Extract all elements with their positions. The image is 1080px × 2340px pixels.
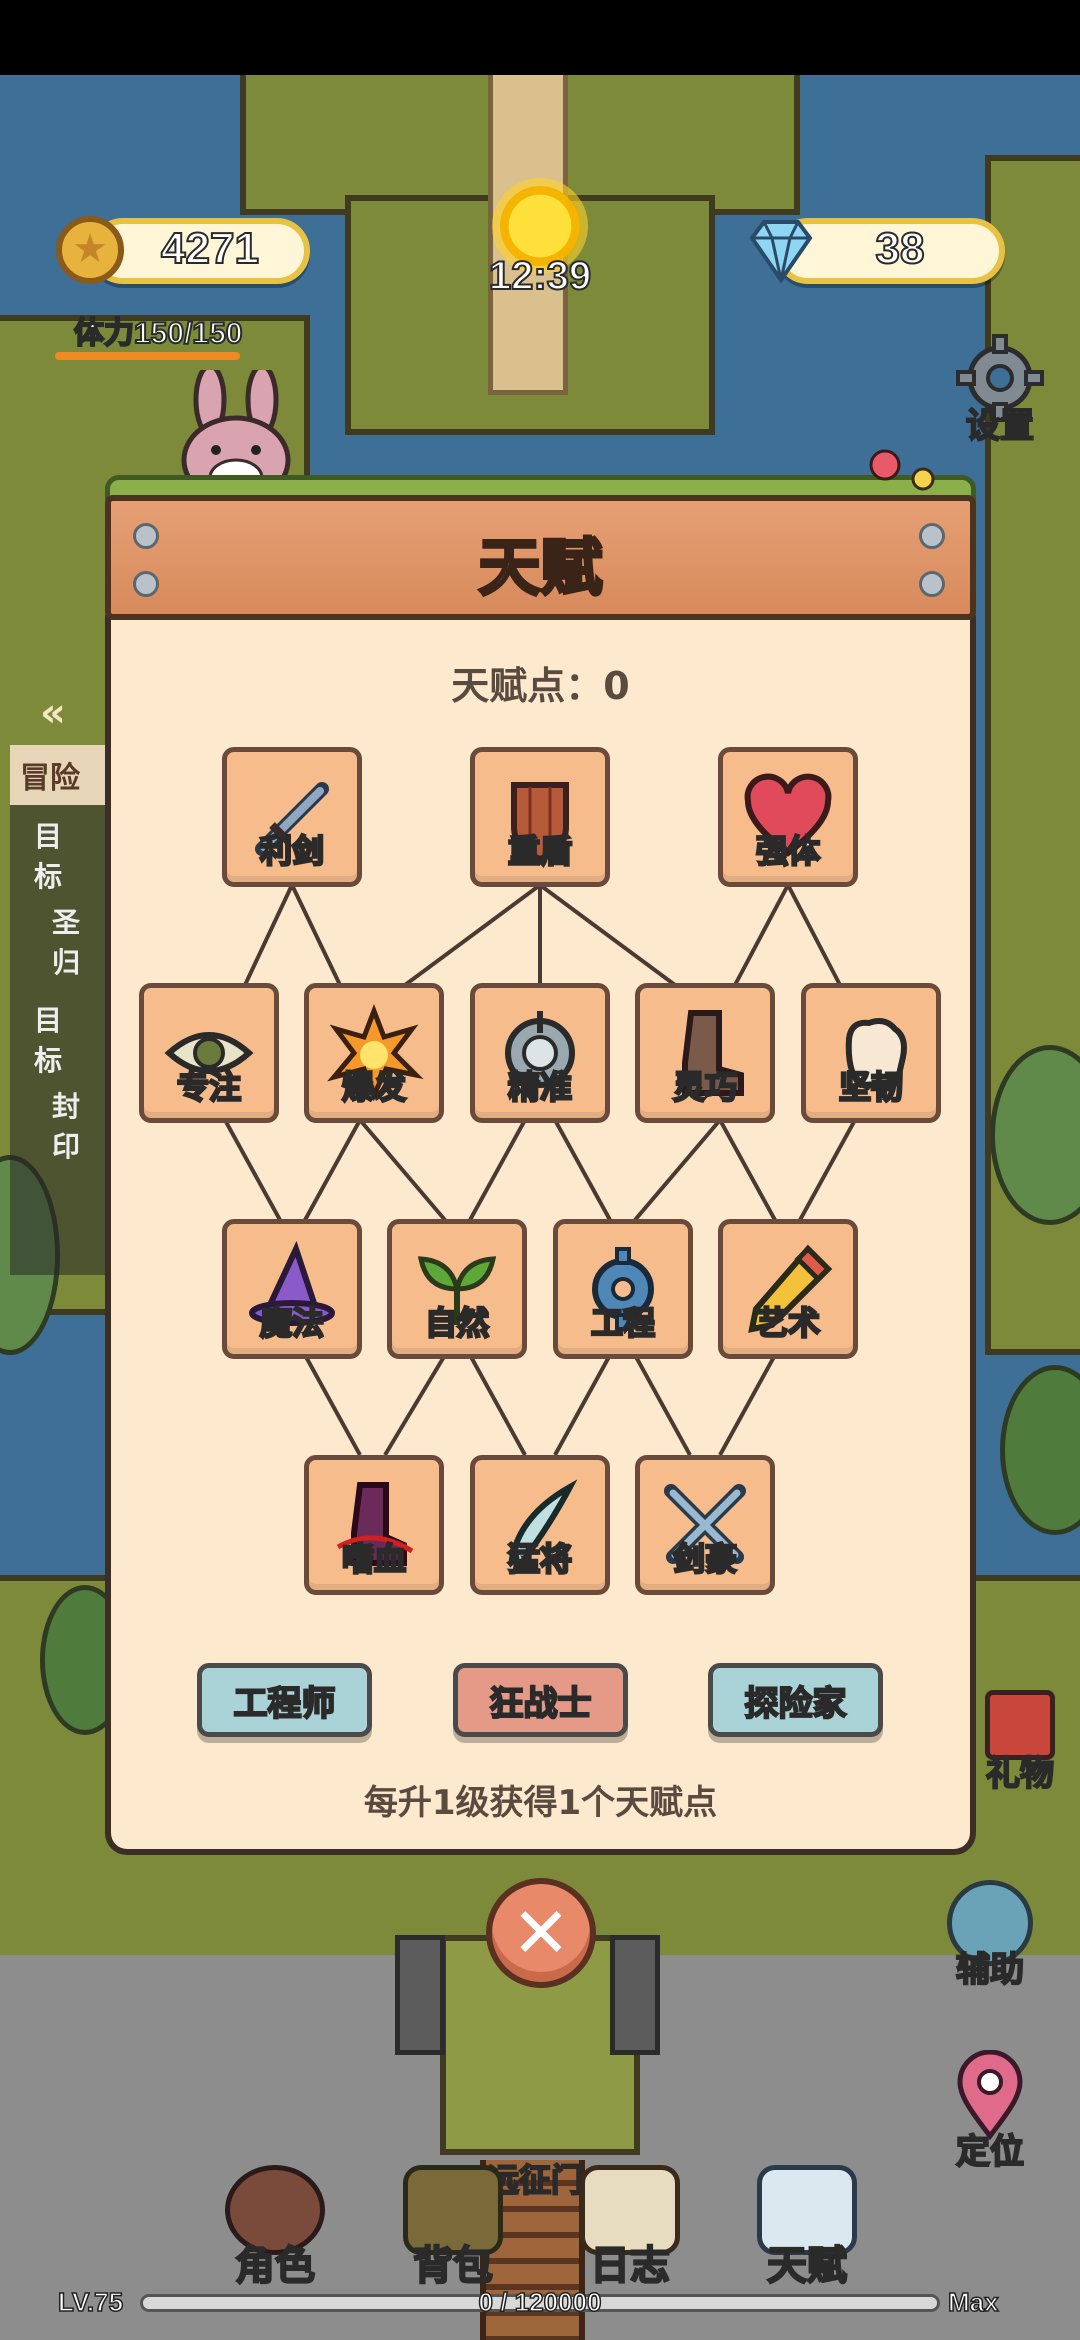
- close-button[interactable]: ✕: [486, 1878, 596, 1988]
- talent-focus[interactable]: 专注: [139, 983, 279, 1123]
- map-pillar: [610, 1935, 660, 2055]
- collapse-chevron-icon[interactable]: «: [40, 690, 66, 736]
- quest-tab[interactable]: 冒险: [10, 745, 110, 805]
- talent-label: 艺术: [755, 1304, 822, 1343]
- locate-button[interactable]: 定位: [930, 2049, 1050, 2173]
- stamina-value: 150/150: [133, 316, 243, 351]
- locate-label: 定位: [955, 2132, 1025, 2172]
- gift-button[interactable]: 礼物: [960, 1690, 1080, 1795]
- assist-button[interactable]: 辅助: [930, 1880, 1050, 1991]
- assist-label: 辅助: [955, 1950, 1025, 1990]
- quest-line: 目标: [34, 1004, 63, 1077]
- quest-panel-fragment[interactable]: 冒险 目标 圣归 目标 封印: [10, 745, 110, 1275]
- nav-label: 角色: [234, 2243, 316, 2289]
- stamina-bar: [55, 352, 240, 360]
- talent-sword-master[interactable]: 剑豪: [635, 1455, 775, 1595]
- talent-strong-body[interactable]: 强体: [718, 747, 858, 887]
- talent-label: 魔法: [259, 1304, 326, 1343]
- talent-bloodlust[interactable]: 嗜血: [304, 1455, 444, 1595]
- talent-label: 自然: [424, 1304, 491, 1343]
- xp-progress-text: 0 / 120000: [478, 2286, 602, 2318]
- map-pillar: [395, 1935, 445, 2055]
- talent-nature[interactable]: 自然: [387, 1219, 527, 1359]
- quest-line: 目标: [34, 820, 63, 893]
- class-explorer-button[interactable]: 探险家: [708, 1663, 883, 1737]
- talent-fierce-general[interactable]: 猛将: [470, 1455, 610, 1595]
- nav-character[interactable]: 角色: [205, 2165, 345, 2291]
- class-engineer-button[interactable]: 工程师: [197, 1663, 372, 1737]
- coin-value: 4271: [160, 223, 260, 274]
- nav-journal[interactable]: 日志: [560, 2165, 700, 2291]
- stamina-display: 体力150/150: [73, 308, 243, 352]
- talent-tenacity[interactable]: 坚韧: [801, 983, 941, 1123]
- talent-engineering[interactable]: 工程: [553, 1219, 693, 1359]
- talent-burst[interactable]: 爆发: [304, 983, 444, 1123]
- talent-heavy-shield[interactable]: 重盾: [470, 747, 610, 887]
- talent-sharp-sword[interactable]: 利剑: [222, 747, 362, 887]
- quest-line: 圣归: [52, 906, 81, 979]
- map-tree: [1000, 1365, 1080, 1535]
- coin-icon: [56, 216, 124, 284]
- nav-backpack[interactable]: 背包: [383, 2165, 523, 2291]
- talent-label: 专注: [176, 1068, 243, 1107]
- gem-value: 38: [875, 223, 926, 274]
- talent-tree-connections: [223, 883, 857, 1457]
- nav-label: 天赋: [766, 2243, 848, 2289]
- class-berserker-button[interactable]: 狂战士: [453, 1663, 628, 1737]
- close-icon: ✕: [511, 1892, 571, 1974]
- player-level: LV.75: [57, 2286, 124, 2318]
- talent-label: 爆发: [341, 1068, 408, 1107]
- nav-label: 日志: [589, 2243, 671, 2289]
- talent-magic[interactable]: 魔法: [222, 1219, 362, 1359]
- talent-agility[interactable]: 灵巧: [635, 983, 775, 1123]
- talent-label: 猛将: [507, 1540, 574, 1579]
- talent-label: 坚韧: [838, 1068, 905, 1107]
- stamina-label: 体力: [73, 316, 135, 351]
- nav-talent[interactable]: 天赋: [737, 2165, 877, 2291]
- talent-label: 强体: [755, 832, 822, 871]
- talent-label: 工程: [590, 1304, 657, 1343]
- talent-label: 重盾: [507, 832, 574, 871]
- status-bar: [0, 0, 1080, 75]
- quest-line: 封印: [52, 1090, 81, 1163]
- talent-art[interactable]: 艺术: [718, 1219, 858, 1359]
- diamond-icon: [749, 220, 813, 284]
- talent-point-hint: 每升1级获得1个天赋点: [363, 1783, 718, 1823]
- talent-label: 灵巧: [672, 1068, 739, 1107]
- gift-label: 礼物: [985, 1754, 1055, 1794]
- nav-label: 背包: [412, 2243, 494, 2289]
- talent-label: 剑豪: [672, 1540, 739, 1579]
- talent-label: 嗜血: [341, 1540, 408, 1579]
- talent-panel: 天赋 天赋点：0 利剑 重盾 强体 专注 爆发 精准 灵巧 坚韧 魔法 自然 工…: [105, 449, 976, 1855]
- talent-label: 精准: [507, 1068, 574, 1107]
- talent-label: 利剑: [259, 832, 326, 871]
- settings-button[interactable]: 设置: [945, 330, 1055, 447]
- clock-time: 12:39: [488, 253, 592, 299]
- xp-max-label: Max: [947, 2286, 999, 2318]
- talent-precision[interactable]: 精准: [470, 983, 610, 1123]
